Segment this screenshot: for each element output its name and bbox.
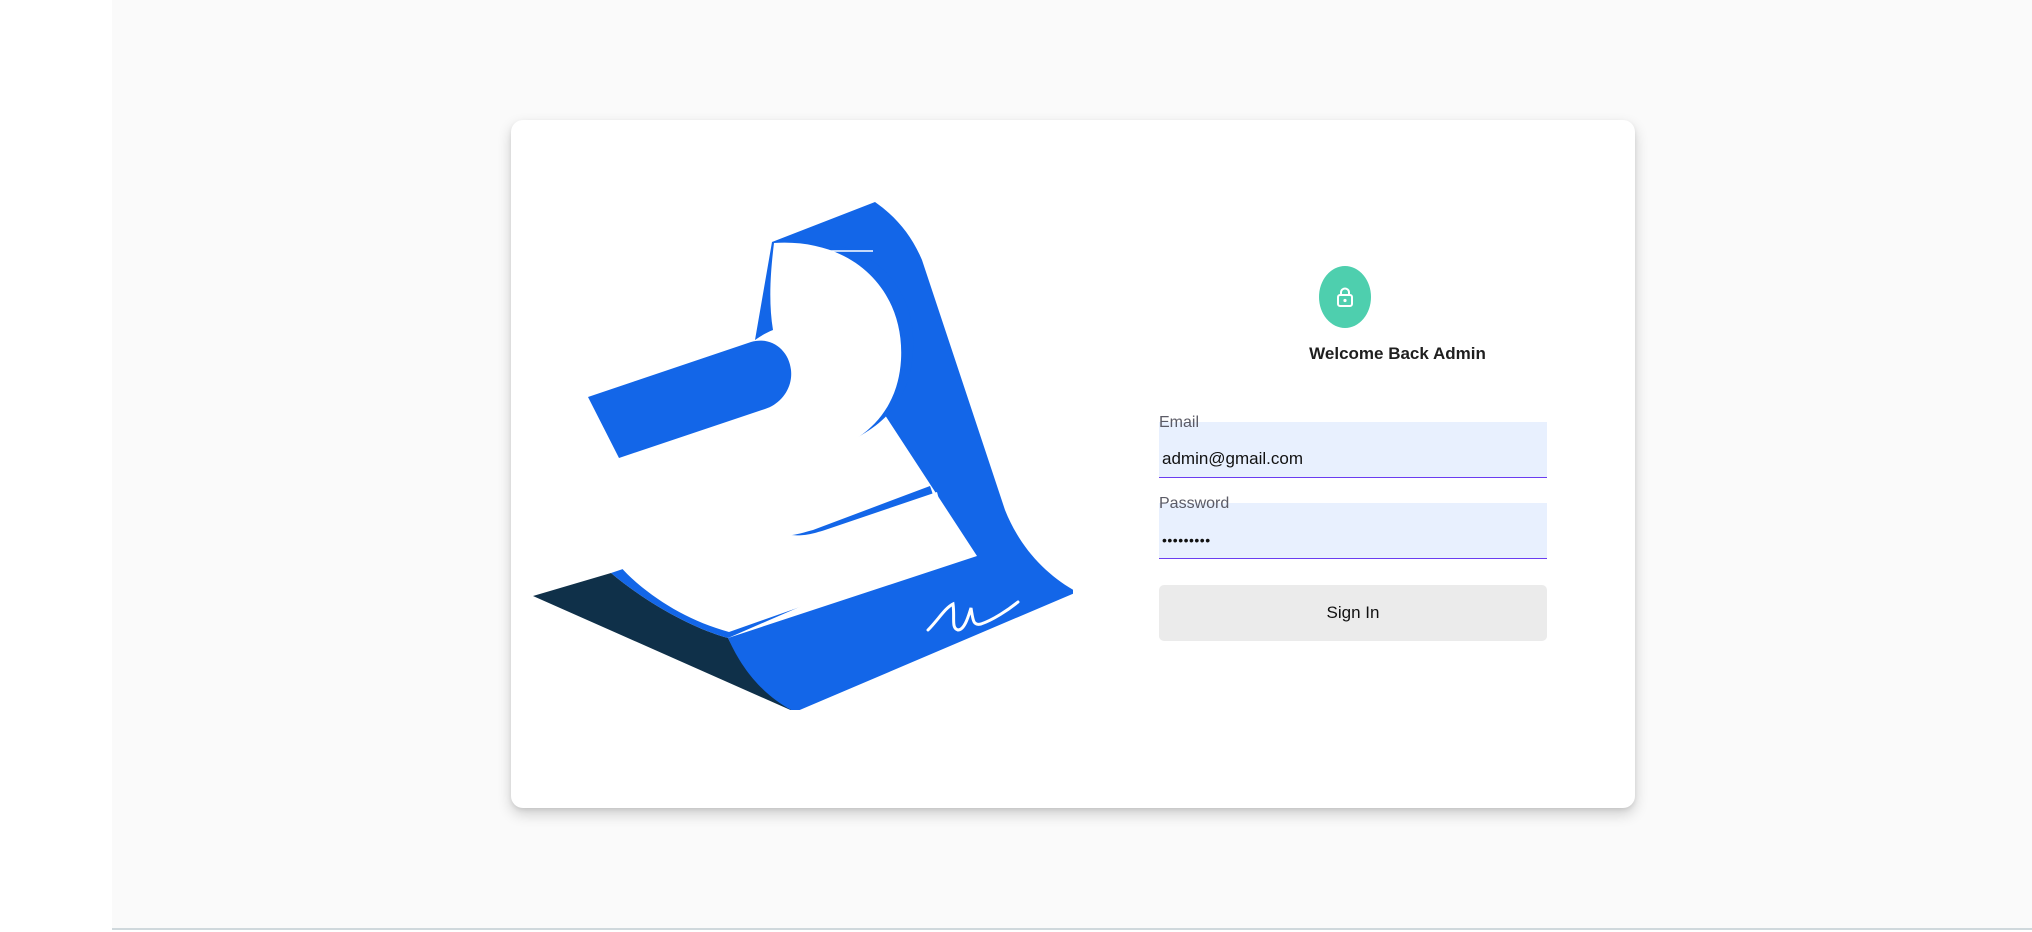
password-field-group: Password [1159, 495, 1547, 559]
lock-icon [1337, 287, 1353, 307]
email-label: Email [1159, 414, 1200, 431]
lock-badge [1319, 266, 1371, 328]
welcome-heading: Welcome Back Admin [1309, 344, 1486, 363]
sign-in-button[interactable]: Sign In [1159, 585, 1547, 641]
email-input[interactable] [1159, 422, 1547, 478]
bottom-divider [112, 928, 2032, 930]
password-label: Password [1159, 495, 1230, 512]
brand-logo [533, 202, 1073, 710]
page: Welcome Back Admin Email Password Sign I… [0, 0, 2032, 932]
login-card: Welcome Back Admin Email Password Sign I… [511, 120, 1635, 808]
login-form: Welcome Back Admin Email Password Sign I… [1159, 120, 1635, 808]
email-field-group: Email [1159, 414, 1547, 478]
